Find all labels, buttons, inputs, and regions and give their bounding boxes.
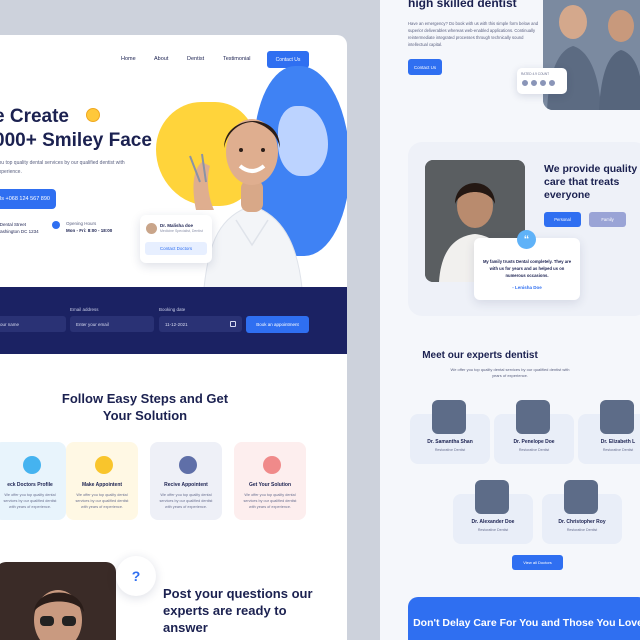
experts-description: We offer you top quality dental services…: [450, 367, 570, 378]
step-description: We offer you top quality dental services…: [243, 493, 297, 509]
nav-testimonial[interactable]: Testimonial: [223, 56, 251, 62]
doctor-card[interactable]: Dr. Elizabeth L Restorative Dentist: [578, 400, 640, 464]
search-icon: [23, 456, 41, 474]
patient-avatars: [521, 79, 556, 87]
doctor-role: Restorative Dentist: [566, 528, 598, 532]
email-label: Email address: [70, 307, 99, 312]
hero-title-line2: 000+ Smiley Face: [0, 130, 152, 151]
doctor-photo: [432, 400, 466, 434]
doctor-photo: [600, 400, 634, 434]
hours-value: Mon - Fri: 8:00 - 18:00: [66, 228, 113, 233]
step-description: We offer you top quality dental services…: [3, 493, 57, 509]
doctor-card[interactable]: Dr. Penelope Doe Restorative Dentist: [494, 400, 574, 464]
step-title: Get Your Solution: [248, 482, 292, 488]
skilled-dentist-description: Have an emergency? Do book with us with …: [408, 21, 539, 47]
step-card: Recive Appointent We offer you top qualit…: [150, 442, 222, 520]
smiley-emoji-icon: [86, 108, 100, 122]
step-description: We offer you top quality dental services…: [159, 493, 213, 509]
step-title: eck Doctors Profile: [7, 482, 53, 488]
stage: Home About Dentist Testimonial Contact U…: [0, 0, 640, 640]
step-card: Make Appointent We offer you top quality …: [66, 442, 138, 520]
step-title: Make Appointent: [81, 482, 123, 488]
email-field[interactable]: Enter your email: [70, 316, 154, 332]
doctor-photo: [564, 480, 598, 514]
doctor-avatar: [146, 223, 157, 234]
document-icon: [179, 456, 197, 474]
doctor-role: Restorative Dentist: [477, 528, 509, 532]
doctor-name: Dr. Malisha doe: [160, 223, 194, 228]
question-icon: ?: [116, 556, 156, 596]
calendar-icon: [95, 456, 113, 474]
steps-title: Follow Easy Steps and Get Your Solution: [61, 391, 229, 423]
step-card: Get Your Solution We offer you top qualit…: [234, 442, 306, 520]
doctor-name: Dr. Penelope Doe: [513, 439, 555, 445]
cta-banner: Don't Delay Care For You and Those You L…: [408, 597, 640, 640]
top-nav: Home About Dentist Testimonial Contact U…: [0, 43, 347, 68]
quality-care-title: We provide quality care that treats ever…: [544, 163, 638, 201]
date-label: Booking date: [159, 307, 186, 312]
doctor-photo: [516, 400, 550, 434]
call-button[interactable]: ls +068 124 567 890: [0, 189, 56, 209]
doctor-role: Medicine Specialist, Dentist: [160, 229, 203, 233]
avatar: [548, 79, 556, 87]
date-value: 11-12-2021: [165, 321, 188, 327]
questions-title: Post your questions our experts are read…: [163, 586, 313, 635]
opening-hours: Opening Hours Mon - Fri: 8:00 - 18:00: [66, 220, 126, 234]
book-appointment-button[interactable]: Book an appointment: [246, 316, 309, 333]
cta-title: Don't Delay Care For You and Those You L…: [413, 617, 640, 629]
address: 8 Dental Street Washington DC 1234: [0, 222, 39, 234]
doctor-role: Restorative Dentist: [602, 448, 634, 452]
heart-icon: [263, 456, 281, 474]
step-description: We offer you top quality dental services…: [75, 493, 129, 509]
nav-about[interactable]: About: [154, 56, 168, 62]
dentist-with-loupes-image: [34, 590, 84, 640]
contact-doctors-button[interactable]: Contact Doctors: [145, 242, 207, 255]
clock-icon: [52, 221, 60, 229]
avatar: [539, 79, 547, 87]
avatar: [521, 79, 529, 87]
step-card: eck Doctors Profile We offer you top qual…: [0, 442, 66, 520]
landing-page-secondary: high skilled dentist Have an emergency? …: [380, 0, 640, 640]
doctor-name: Dr. Samantha Shan: [427, 439, 473, 445]
contact-us-button-secondary[interactable]: Contact Us: [408, 59, 442, 75]
nav-home[interactable]: Home: [121, 56, 136, 62]
booking-bar: Email address Booking date our name Ente…: [0, 287, 347, 354]
doctor-card: Dr. Malisha doe Medicine Specialist, Den…: [140, 215, 212, 263]
hero-title-line1: e Create: [0, 106, 69, 127]
nav-dentist[interactable]: Dentist: [187, 56, 204, 62]
date-field[interactable]: 11-12-2021: [159, 316, 242, 332]
testimonial-text: My family trusts Dental completely. They…: [482, 259, 572, 278]
doctor-name: Dr. Alexander Doe: [471, 519, 515, 525]
tab-family[interactable]: Family: [589, 212, 626, 227]
landing-page-main: Home About Dentist Testimonial Contact U…: [0, 35, 347, 640]
doctor-card[interactable]: Dr. Christopher Roy Restorative Dentist: [542, 480, 622, 544]
doctor-role: Restorative Dentist: [434, 448, 466, 452]
dentist-photo: [0, 562, 116, 640]
doctor-photo: [475, 480, 509, 514]
tab-personal[interactable]: Personal: [544, 212, 581, 227]
quote-icon: “: [517, 230, 536, 249]
doctor-name: Dr. Christopher Roy: [558, 519, 606, 525]
rating-label: RATED 4.9 COUNT: [521, 72, 550, 76]
rating-card: RATED 4.9 COUNT: [517, 68, 567, 94]
hours-label: Opening Hours: [66, 221, 97, 226]
experts-title: Meet our experts dentist: [422, 350, 538, 361]
name-field[interactable]: our name: [0, 316, 66, 332]
doctor-name: Dr. Elizabeth L: [600, 439, 636, 445]
hero-description: you top quality dental services by our q…: [0, 160, 125, 175]
calendar-icon[interactable]: [230, 321, 236, 327]
doctor-role: Restorative Dentist: [518, 448, 550, 452]
testimonial-author: - Lenisha Doe: [512, 285, 542, 290]
skilled-dentist-title: high skilled dentist: [408, 0, 517, 10]
avatar: [530, 79, 538, 87]
doctor-card[interactable]: Dr. Alexander Doe Restorative Dentist: [453, 480, 533, 544]
step-title: Recive Appointent: [164, 482, 208, 488]
doctor-card[interactable]: Dr. Samantha Shan Restorative Dentist: [410, 400, 490, 464]
view-all-doctors-button[interactable]: View all Doctors: [512, 555, 563, 570]
